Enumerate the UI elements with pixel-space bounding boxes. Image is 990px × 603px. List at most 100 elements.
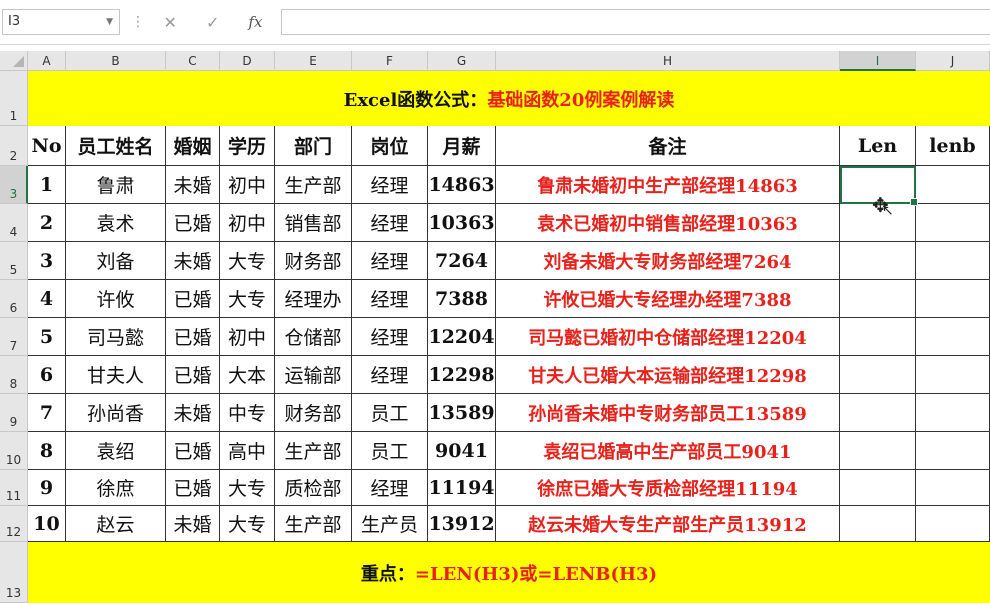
table-cell[interactable]: [840, 470, 916, 506]
row-header[interactable]: 8: [0, 356, 28, 394]
row-header[interactable]: 12: [0, 506, 28, 542]
table-cell[interactable]: 刘备未婚大专财务部经理7264: [496, 242, 840, 280]
table-cell[interactable]: 大专: [220, 242, 275, 280]
name-box[interactable]: I3 ▼: [2, 9, 120, 35]
table-cell[interactable]: 员工: [352, 394, 428, 432]
row-header[interactable]: 3: [0, 166, 28, 204]
table-cell[interactable]: 2: [28, 204, 66, 242]
table-cell[interactable]: 已婚: [166, 432, 220, 470]
select-all-corner[interactable]: [0, 51, 28, 71]
table-cell[interactable]: 徐庶已婚大专质检部经理11194: [496, 470, 840, 506]
row-header[interactable]: 9: [0, 394, 28, 432]
footer-banner[interactable]: 重点： =LEN(H3)或=LENB(H3): [28, 542, 990, 603]
table-cell[interactable]: 初中: [220, 204, 275, 242]
table-cell[interactable]: 财务部: [275, 242, 352, 280]
header-cell[interactable]: 婚姻: [166, 126, 220, 166]
table-cell[interactable]: 销售部: [275, 204, 352, 242]
insert-function-icon[interactable]: fx: [248, 13, 262, 31]
table-cell[interactable]: [840, 394, 916, 432]
column-header[interactable]: F: [352, 51, 428, 71]
table-cell[interactable]: 经理: [352, 166, 428, 204]
table-cell[interactable]: 经理: [352, 242, 428, 280]
table-cell[interactable]: 已婚: [166, 280, 220, 318]
row-header[interactable]: 10: [0, 432, 28, 470]
table-cell[interactable]: 运输部: [275, 356, 352, 394]
table-cell[interactable]: 财务部: [275, 394, 352, 432]
header-cell[interactable]: 员工姓名: [66, 126, 166, 166]
header-cell[interactable]: 部门: [275, 126, 352, 166]
table-cell[interactable]: 大专: [220, 470, 275, 506]
table-cell[interactable]: [916, 204, 990, 242]
table-cell[interactable]: [916, 394, 990, 432]
table-cell[interactable]: 生产部: [275, 506, 352, 542]
chevron-down-icon[interactable]: ▼: [106, 10, 113, 34]
column-header[interactable]: G: [428, 51, 496, 71]
table-cell[interactable]: 已婚: [166, 318, 220, 356]
cancel-icon[interactable]: ✕: [164, 13, 177, 32]
row-header[interactable]: 1: [0, 71, 28, 126]
table-cell[interactable]: 袁术: [66, 204, 166, 242]
table-cell[interactable]: 9041: [428, 432, 496, 470]
table-cell[interactable]: 5: [28, 318, 66, 356]
title-banner[interactable]: Excel函数公式： 基础函数20例案例解读: [28, 71, 990, 126]
row-header[interactable]: 2: [0, 126, 28, 166]
table-cell[interactable]: 13912: [428, 506, 496, 542]
table-cell[interactable]: 生产部: [275, 166, 352, 204]
table-cell[interactable]: 高中: [220, 432, 275, 470]
table-cell[interactable]: 7388: [428, 280, 496, 318]
table-cell[interactable]: 生产员: [352, 506, 428, 542]
table-cell[interactable]: 已婚: [166, 470, 220, 506]
table-cell[interactable]: [916, 242, 990, 280]
table-cell[interactable]: 8: [28, 432, 66, 470]
check-icon[interactable]: ✓: [206, 13, 219, 32]
table-cell[interactable]: 司马懿: [66, 318, 166, 356]
header-cell[interactable]: 岗位: [352, 126, 428, 166]
row-header[interactable]: 7: [0, 318, 28, 356]
table-cell[interactable]: 袁绍已婚高中生产部员工9041: [496, 432, 840, 470]
table-cell[interactable]: 质检部: [275, 470, 352, 506]
table-cell[interactable]: 鲁肃未婚初中生产部经理14863: [496, 166, 840, 204]
table-cell[interactable]: 大专: [220, 506, 275, 542]
table-cell[interactable]: 13589: [428, 394, 496, 432]
table-cell[interactable]: [916, 470, 990, 506]
table-cell[interactable]: [840, 356, 916, 394]
table-cell[interactable]: 甘夫人已婚大本运输部经理12298: [496, 356, 840, 394]
table-cell[interactable]: 司马懿已婚初中仓储部经理12204: [496, 318, 840, 356]
table-cell[interactable]: 孙尚香未婚中专财务部员工13589: [496, 394, 840, 432]
table-cell[interactable]: 经理办: [275, 280, 352, 318]
table-cell[interactable]: 已婚: [166, 204, 220, 242]
table-cell[interactable]: 生产部: [275, 432, 352, 470]
table-cell[interactable]: 经理: [352, 470, 428, 506]
column-header[interactable]: J: [916, 51, 990, 71]
table-cell[interactable]: 4: [28, 280, 66, 318]
column-header[interactable]: E: [275, 51, 352, 71]
column-header[interactable]: I: [840, 51, 916, 71]
table-cell[interactable]: 袁术已婚初中销售部经理10363: [496, 204, 840, 242]
column-header[interactable]: B: [66, 51, 166, 71]
table-cell[interactable]: [840, 280, 916, 318]
table-cell[interactable]: 未婚: [166, 506, 220, 542]
table-cell[interactable]: 3: [28, 242, 66, 280]
table-cell[interactable]: 10363: [428, 204, 496, 242]
table-cell[interactable]: 9: [28, 470, 66, 506]
table-cell[interactable]: [840, 242, 916, 280]
table-cell[interactable]: [840, 506, 916, 542]
table-cell[interactable]: [916, 280, 990, 318]
table-cell[interactable]: 10: [28, 506, 66, 542]
table-cell[interactable]: [916, 166, 990, 204]
table-cell[interactable]: 仓储部: [275, 318, 352, 356]
header-cell[interactable]: lenb: [916, 126, 990, 166]
table-cell[interactable]: 经理: [352, 280, 428, 318]
row-header[interactable]: 11: [0, 470, 28, 506]
table-cell[interactable]: 6: [28, 356, 66, 394]
table-cell[interactable]: 鲁肃: [66, 166, 166, 204]
formula-input[interactable]: [281, 9, 990, 35]
column-header[interactable]: C: [166, 51, 220, 71]
table-cell[interactable]: 赵云未婚大专生产部生产员13912: [496, 506, 840, 542]
header-cell[interactable]: No: [28, 126, 66, 166]
table-cell[interactable]: 12298: [428, 356, 496, 394]
table-cell[interactable]: 初中: [220, 166, 275, 204]
table-cell[interactable]: 初中: [220, 318, 275, 356]
column-header[interactable]: H: [496, 51, 840, 71]
column-header[interactable]: D: [220, 51, 275, 71]
